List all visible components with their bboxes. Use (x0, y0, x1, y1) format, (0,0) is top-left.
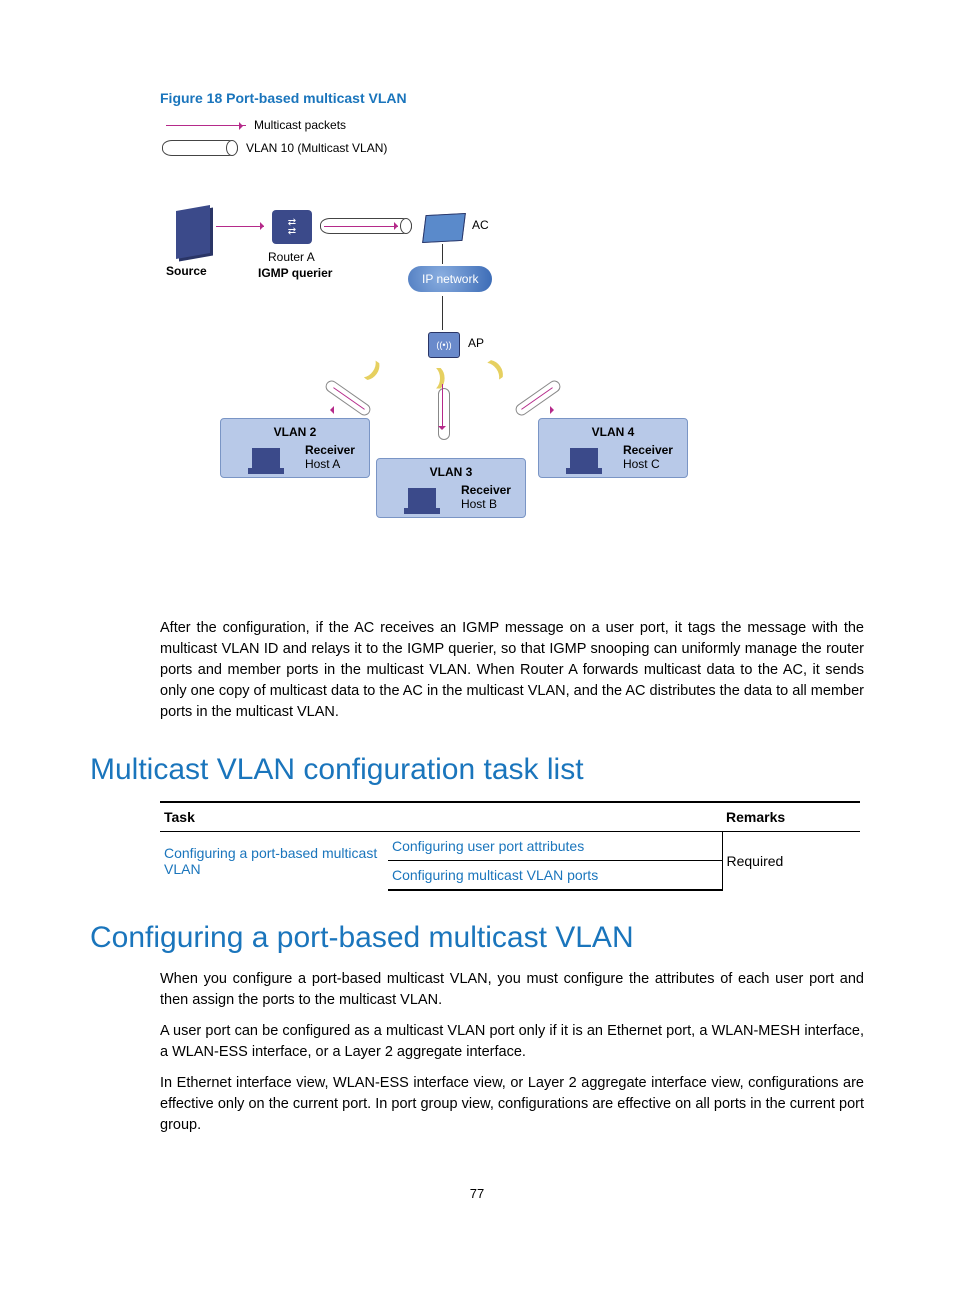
vlan2-group: VLAN 2 Receiver Host A (220, 418, 370, 478)
arrowhead-icon (260, 222, 268, 230)
col-remarks: Remarks (722, 802, 860, 832)
wave-icon: ))) (436, 374, 440, 380)
vlan3-title: VLAN 3 (391, 465, 511, 479)
ac-label: AC (472, 218, 489, 232)
arrowhead-icon-3 (326, 406, 334, 414)
cloud-icon: IP network (408, 266, 492, 292)
routerA-label: Router A (268, 250, 315, 264)
vlan4-title: VLAN 4 (553, 425, 673, 439)
vlan2-title: VLAN 2 (235, 425, 355, 439)
packet-arrow-4 (442, 384, 443, 428)
hostA-label: Host A (305, 457, 355, 471)
network-diagram: Multicast packets VLAN 10 (Multicast VLA… (160, 118, 780, 588)
remarks-required: Required (722, 832, 860, 891)
ap-icon: ((•)) (428, 332, 460, 358)
wave-icon: ))) (369, 365, 376, 372)
hostB-label: Host B (461, 497, 511, 511)
task-link-vlanports[interactable]: Configuring multicast VLAN ports (388, 861, 722, 891)
heading-configuring: Configuring a port-based multicast VLAN (90, 921, 864, 955)
legend-vlan-label: VLAN 10 (Multicast VLAN) (246, 141, 387, 155)
receiver-label: Receiver (623, 443, 673, 457)
col-task: Task (160, 802, 722, 832)
server-icon (176, 205, 210, 259)
vlan3-group: VLAN 3 Receiver Host B (376, 458, 526, 518)
para-2: A user port can be configured as a multi… (160, 1021, 864, 1063)
packet-arrow-2 (324, 226, 398, 227)
hostC-label: Host C (623, 457, 673, 471)
arrowhead-icon-2 (394, 222, 402, 230)
task-table: Task Remarks Configuring a port-based mu… (160, 801, 860, 891)
body-paragraph: After the configuration, if the AC recei… (160, 618, 864, 723)
heading-task-list: Multicast VLAN configuration task list (90, 753, 864, 787)
source-label: Source (166, 264, 207, 278)
legend-packets: Multicast packets (166, 118, 346, 132)
para-3: In Ethernet interface view, WLAN-ESS int… (160, 1073, 864, 1136)
ac-icon (422, 213, 466, 243)
task-link-userport[interactable]: Configuring user port attributes (388, 832, 722, 861)
figure-caption: Figure 18 Port-based multicast VLAN (160, 90, 864, 106)
legend-packets-label: Multicast packets (254, 118, 346, 132)
ap-label: AP (468, 336, 484, 350)
receiver-label: Receiver (305, 443, 355, 457)
page-number: 77 (90, 1186, 864, 1201)
para-1: When you configure a port-based multicas… (160, 969, 864, 1011)
page: Figure 18 Port-based multicast VLAN Mult… (0, 0, 954, 1241)
vlan4-group: VLAN 4 Receiver Host C (538, 418, 688, 478)
packet-arrow (216, 226, 264, 227)
vlan-shape-icon (162, 140, 238, 156)
connector-line-2 (442, 296, 443, 330)
receiver-label: Receiver (461, 483, 511, 497)
router-icon: ⇄⇄ (272, 210, 312, 244)
arrowhead-icon-5 (550, 406, 558, 414)
arrow-icon (166, 125, 246, 126)
ip-network-label: IP network (422, 272, 478, 286)
arrowhead-icon-4 (438, 426, 446, 434)
legend-vlan: VLAN 10 (Multicast VLAN) (162, 140, 387, 156)
host-icon (570, 448, 598, 468)
host-icon (252, 448, 280, 468)
connector-line (442, 244, 443, 264)
wave-icon: ))) (491, 365, 498, 372)
host-icon (408, 488, 436, 508)
task-link-portbased[interactable]: Configuring a port-based multicast VLAN (160, 832, 388, 891)
igmp-label: IGMP querier (258, 266, 332, 280)
